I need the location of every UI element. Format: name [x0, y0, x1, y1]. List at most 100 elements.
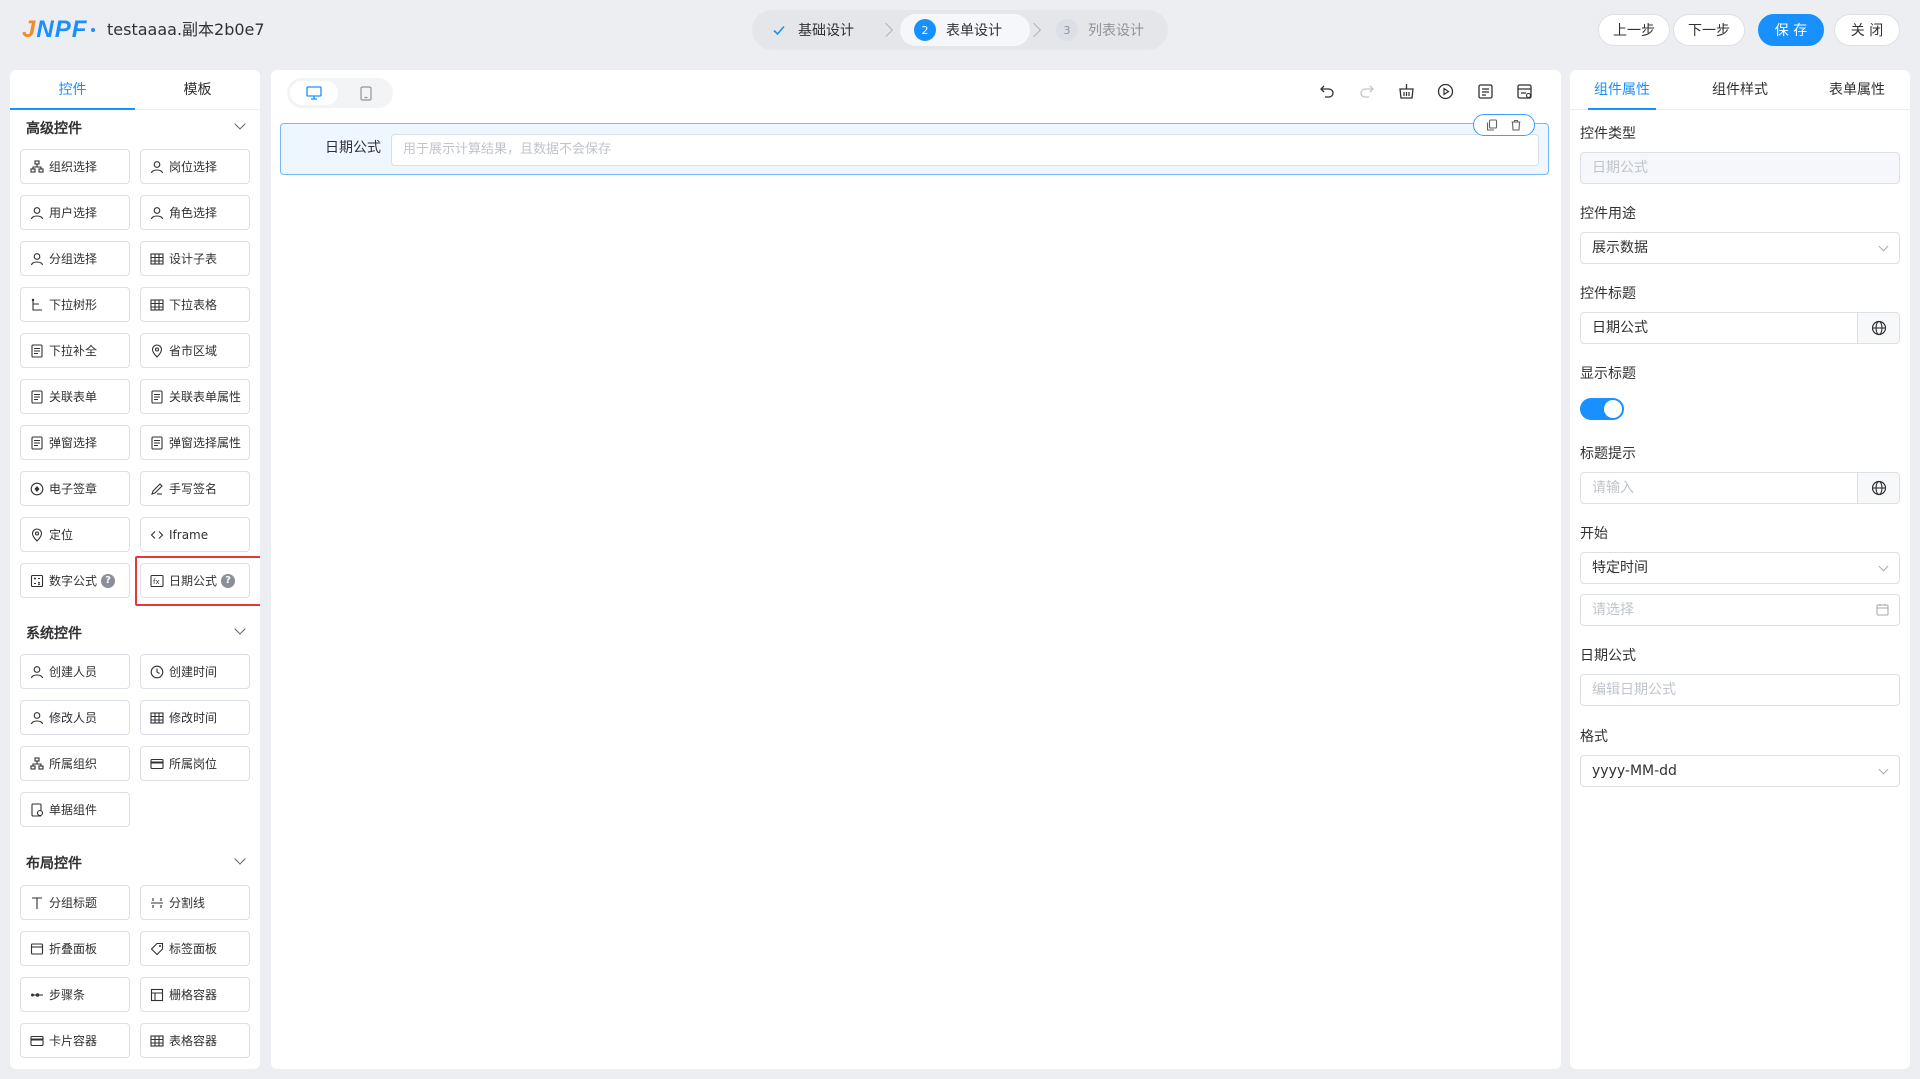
- help-icon[interactable]: ?: [101, 573, 116, 588]
- prev-step-button[interactable]: 上一步: [1598, 14, 1670, 46]
- component-item[interactable]: 创建时间: [140, 654, 250, 689]
- date-formula-input[interactable]: 用于展示计算结果，且数据不会保存: [391, 134, 1539, 166]
- component-item[interactable]: fx 日期公式?: [140, 563, 250, 598]
- component-item[interactable]: 步骤条: [20, 977, 130, 1012]
- component-item[interactable]: 角色选择: [140, 195, 250, 230]
- component-item[interactable]: 手写签名: [140, 471, 250, 506]
- tab-controls[interactable]: 控件: [10, 70, 135, 110]
- component-item[interactable]: 修改时间: [140, 700, 250, 735]
- component-item[interactable]: Iframe: [140, 517, 250, 552]
- component-item[interactable]: 岗位选择: [140, 149, 250, 184]
- title-tip-input[interactable]: 请输入: [1580, 472, 1900, 504]
- title-icon: [30, 896, 44, 910]
- input-value: 日期公式: [1592, 320, 1648, 336]
- component-item[interactable]: 组织选择: [20, 149, 130, 184]
- tab-component-style[interactable]: 组件样式: [1690, 70, 1790, 110]
- undo-icon[interactable]: [1316, 80, 1338, 102]
- card-icon: [30, 1034, 44, 1048]
- component-item[interactable]: 单据组件: [20, 792, 130, 827]
- close-button[interactable]: 关 闭: [1834, 14, 1900, 46]
- component-item[interactable]: 下拉补全: [20, 333, 130, 368]
- step-basic-design[interactable]: 基础设计: [758, 14, 898, 46]
- component-item-label: 分组选择: [49, 252, 98, 266]
- tablet-view-button[interactable]: [342, 81, 390, 105]
- component-item[interactable]: 表格容器: [140, 1023, 250, 1058]
- component-item[interactable]: 下拉树形: [20, 287, 130, 322]
- delete-icon[interactable]: [1510, 119, 1522, 131]
- card-icon: [150, 757, 164, 771]
- component-item[interactable]: 关联表单属性: [140, 379, 250, 414]
- component-item[interactable]: 设计子表: [140, 241, 250, 276]
- component-item-label: 标签面板: [169, 942, 218, 956]
- form-icon: [30, 435, 44, 450]
- component-item[interactable]: 分组选择: [20, 241, 130, 276]
- step-list-design[interactable]: 3 列表设计: [1042, 14, 1162, 46]
- save-button[interactable]: 保 存: [1758, 14, 1824, 46]
- control-usage-select[interactable]: 展示数据: [1580, 232, 1900, 264]
- tab-form-properties[interactable]: 表单属性: [1807, 70, 1907, 110]
- component-item-label: 下拉补全: [49, 344, 98, 358]
- doc-icon: [30, 802, 44, 817]
- copy-icon[interactable]: [1486, 119, 1498, 131]
- group-title-system: 系统控件: [26, 626, 82, 642]
- component-item[interactable]: 卡片容器: [20, 1023, 130, 1058]
- date-formula-editor-input[interactable]: 编辑日期公式: [1580, 674, 1900, 706]
- start-date-picker[interactable]: 请选择: [1580, 594, 1900, 626]
- tab-templates[interactable]: 模板: [135, 70, 260, 110]
- component-item[interactable]: 电子签章: [20, 471, 130, 506]
- top-header: JNPF testaaaa.副本2b0e7 基础设计 2 表单设计 3 列表设计…: [0, 0, 1920, 60]
- code-json-icon[interactable]: [1474, 80, 1496, 102]
- component-item[interactable]: 修改人员: [20, 700, 130, 735]
- clear-basket-icon[interactable]: [1395, 80, 1417, 102]
- component-item-label: 折叠面板: [49, 942, 98, 956]
- help-icon[interactable]: ?: [221, 573, 236, 588]
- component-item[interactable]: 弹窗选择: [20, 425, 130, 460]
- svg-text:fx: fx: [153, 578, 160, 586]
- globe-icon[interactable]: [1857, 473, 1899, 503]
- next-step-button[interactable]: 下一步: [1673, 14, 1745, 46]
- preview-play-icon[interactable]: [1434, 80, 1456, 102]
- component-item-label: 省市区域: [169, 344, 218, 358]
- component-item-label: 手写签名: [169, 482, 218, 496]
- start-type-select[interactable]: 特定时间: [1580, 552, 1900, 584]
- component-item-label: 修改时间: [169, 711, 218, 725]
- chevron-down-icon[interactable]: [234, 118, 246, 130]
- toggle-knob: [1604, 400, 1622, 418]
- component-item[interactable]: 用户选择: [20, 195, 130, 230]
- chevron-down-icon[interactable]: [234, 853, 246, 865]
- design-steps: 基础设计 2 表单设计 3 列表设计: [752, 10, 1168, 50]
- component-item[interactable]: 标签面板: [140, 931, 250, 966]
- component-item[interactable]: 省市区域: [140, 333, 250, 368]
- component-item[interactable]: 数字公式?: [20, 563, 130, 598]
- globe-icon[interactable]: [1857, 313, 1899, 343]
- step-form-design[interactable]: 2 表单设计: [900, 14, 1030, 46]
- date-formula-field[interactable]: 日期公式 用于展示计算结果，且数据不会保存: [280, 114, 1549, 175]
- chevron-down-icon[interactable]: [234, 623, 246, 635]
- format-select[interactable]: yyyy-MM-dd: [1580, 755, 1900, 787]
- step-label: 表单设计: [946, 23, 1002, 39]
- component-item[interactable]: 定位: [20, 517, 130, 552]
- component-item[interactable]: 分割线: [140, 885, 250, 920]
- start-label: 开始: [1580, 526, 1608, 542]
- component-item[interactable]: 折叠面板: [20, 931, 130, 966]
- component-item[interactable]: 下拉表格: [140, 287, 250, 322]
- redo-icon[interactable]: [1356, 80, 1378, 102]
- component-item[interactable]: 分组标题: [20, 885, 130, 920]
- control-title-input[interactable]: 日期公式: [1580, 312, 1900, 344]
- input-placeholder: 请选择: [1592, 602, 1634, 618]
- component-item[interactable]: 关联表单: [20, 379, 130, 414]
- chevron-down-icon: [1878, 764, 1889, 775]
- control-title-label: 控件标题: [1580, 286, 1636, 302]
- component-item[interactable]: 弹窗选择属性: [140, 425, 250, 460]
- property-panel: 组件属性 组件样式 表单属性 控件类型 日期公式 控件用途 展示数据 控件标题 …: [1570, 70, 1910, 1069]
- desktop-view-button[interactable]: [290, 81, 338, 105]
- component-item-label: 卡片容器: [49, 1034, 98, 1048]
- form-settings-icon[interactable]: [1513, 80, 1535, 102]
- component-item[interactable]: 所属组织: [20, 746, 130, 781]
- component-item[interactable]: 栅格容器: [140, 977, 250, 1012]
- component-item[interactable]: 所属岗位: [140, 746, 250, 781]
- show-title-toggle[interactable]: [1580, 398, 1624, 420]
- tab-component-properties[interactable]: 组件属性: [1572, 70, 1672, 110]
- org-icon: [30, 756, 44, 771]
- component-item[interactable]: 创建人员: [20, 654, 130, 689]
